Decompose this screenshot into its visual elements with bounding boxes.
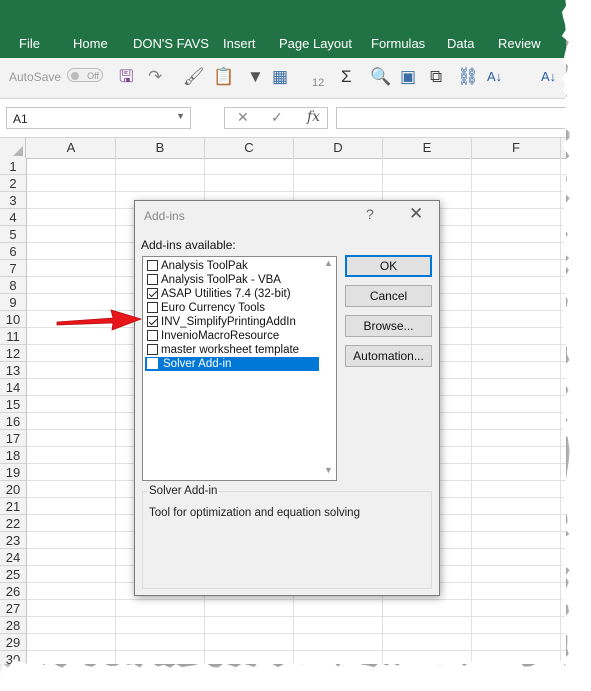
torn-edge-decoration — [0, 0, 591, 691]
